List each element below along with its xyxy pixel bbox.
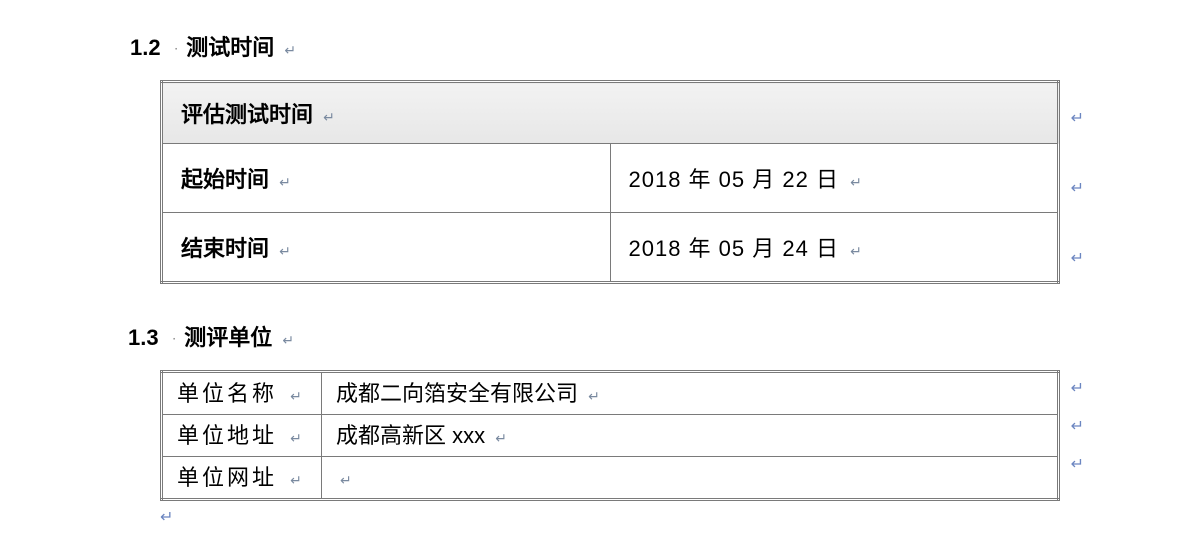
cell-org-addr-value[interactable]: 成都高新区 xxx ↵ <box>322 415 1059 457</box>
paragraph-mark-icon: ↵ <box>850 174 863 190</box>
test-time-table: 评估测试时间 ↵ 起始时间 ↵ 2018 年 05 月 22 日 ↵ 结束时间 … <box>160 80 1060 284</box>
table-header-cell: 评估测试时间 ↵ <box>162 82 1059 144</box>
word-separator-dot: · <box>173 334 176 345</box>
document-page: 1.2 · 测试时间 ↵ 评估测试时间 ↵ 起始时间 ↵ 2018 年 05 月… <box>0 0 1188 547</box>
paragraph-mark-icon: ↵ <box>290 388 305 404</box>
paragraph-mark-icon: ↵ <box>495 430 507 446</box>
paragraph-mark-icon: ↵ <box>282 332 294 348</box>
heading-title: 测试时间 <box>186 35 274 60</box>
cell-start-time-label: 起始时间 ↵ <box>162 144 611 213</box>
table-row: 单位网址 ↵ ↵ <box>162 457 1059 500</box>
table-header-row: 评估测试时间 ↵ <box>162 82 1059 144</box>
heading-1-2: 1.2 · 测试时间 ↵ <box>130 30 1128 62</box>
org-table: 单位名称 ↵ 成都二向箔安全有限公司 ↵ 单位地址 ↵ 成都高新区 xxx ↵ <box>160 370 1060 501</box>
test-time-table-wrap: 评估测试时间 ↵ 起始时间 ↵ 2018 年 05 月 22 日 ↵ 结束时间 … <box>160 80 1060 284</box>
value-text: 2018 年 05 月 22 日 <box>629 167 839 192</box>
heading-number: 1.3 <box>128 325 159 350</box>
cell-org-name-value[interactable]: 成都二向箔安全有限公司 ↵ <box>322 372 1059 415</box>
trailing-paragraph-mark: ↵ <box>160 507 1128 527</box>
table-header-text: 评估测试时间 <box>181 102 313 127</box>
row-end-mark-icon: ↵ <box>1071 454 1084 474</box>
paragraph-mark-icon: ↵ <box>284 42 296 58</box>
row-end-mark-icon: ↵ <box>1071 178 1084 198</box>
value-text: 成都二向箔安全有限公司 <box>336 381 578 406</box>
cell-end-time-label: 结束时间 ↵ <box>162 213 611 283</box>
row-end-mark-icon: ↵ <box>1071 248 1084 268</box>
cell-org-name-label: 单位名称 ↵ <box>162 372 322 415</box>
paragraph-mark-icon: ↵ <box>290 472 305 488</box>
word-separator-dot: · <box>175 44 178 55</box>
table-row: 单位名称 ↵ 成都二向箔安全有限公司 ↵ <box>162 372 1059 415</box>
cell-org-site-label: 单位网址 ↵ <box>162 457 322 500</box>
label-text: 结束时间 <box>181 236 269 261</box>
table-row: 结束时间 ↵ 2018 年 05 月 24 日 ↵ <box>162 213 1059 283</box>
row-end-mark-icon: ↵ <box>1071 108 1084 128</box>
value-text: 2018 年 05 月 24 日 <box>629 236 839 261</box>
paragraph-mark-icon: ↵ <box>290 430 305 446</box>
heading-title: 测评单位 <box>184 325 272 350</box>
label-text: 单位网址 <box>177 465 277 490</box>
org-table-wrap: 单位名称 ↵ 成都二向箔安全有限公司 ↵ 单位地址 ↵ 成都高新区 xxx ↵ <box>160 370 1060 501</box>
label-text: 单位地址 <box>177 423 277 448</box>
paragraph-mark-icon: ↵ <box>279 243 291 259</box>
paragraph-mark-icon: ↵ <box>323 109 335 125</box>
heading-number: 1.2 <box>130 35 161 60</box>
row-end-mark-icon: ↵ <box>1071 416 1084 436</box>
cell-end-time-value[interactable]: 2018 年 05 月 24 日 ↵ <box>610 213 1059 283</box>
cell-start-time-value[interactable]: 2018 年 05 月 22 日 ↵ <box>610 144 1059 213</box>
cell-org-addr-label: 单位地址 ↵ <box>162 415 322 457</box>
paragraph-mark-icon: ↵ <box>588 388 600 404</box>
paragraph-mark-icon: ↵ <box>279 174 291 190</box>
paragraph-mark-icon: ↵ <box>340 472 352 488</box>
paragraph-mark-icon: ↵ <box>850 243 863 259</box>
table-row: 单位地址 ↵ 成都高新区 xxx ↵ <box>162 415 1059 457</box>
value-text: 成都高新区 xxx <box>336 423 485 448</box>
label-text: 起始时间 <box>181 167 269 192</box>
heading-1-3: 1.3 · 测评单位 ↵ <box>128 320 1128 352</box>
label-text: 单位名称 <box>177 381 277 406</box>
cell-org-site-value[interactable]: ↵ <box>322 457 1059 500</box>
row-end-mark-icon: ↵ <box>1071 378 1084 398</box>
table-row: 起始时间 ↵ 2018 年 05 月 22 日 ↵ <box>162 144 1059 213</box>
